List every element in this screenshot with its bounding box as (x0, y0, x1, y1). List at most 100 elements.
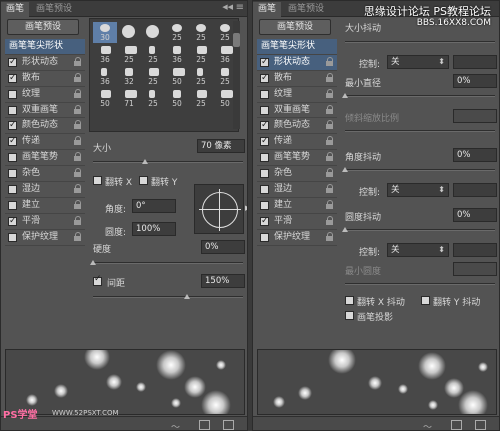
sidebar-item-0[interactable]: 画笔笔尖形状 (5, 39, 85, 55)
lock-icon[interactable] (73, 88, 82, 99)
sidebar-checkbox[interactable] (8, 105, 17, 115)
tab-brush[interactable]: 画笔 (253, 2, 282, 17)
lock-icon[interactable] (73, 104, 82, 115)
brush-tip-cell[interactable]: 25 (141, 88, 165, 109)
min-diameter-slider[interactable] (345, 95, 495, 97)
control3-dropdown[interactable]: 关 ⬍ (387, 243, 449, 257)
lock-icon[interactable] (325, 215, 334, 226)
sidebar-item-2[interactable]: 散布 (257, 71, 337, 87)
sidebar-item-11[interactable]: 平滑 (5, 214, 85, 230)
control3-extra-field[interactable] (453, 243, 497, 257)
brush-tip-cell[interactable]: 25 (189, 88, 213, 109)
sidebar-item-4[interactable]: 双重画笔 (257, 103, 337, 119)
toggle-live-tip-icon[interactable]: 〜 (423, 420, 434, 430)
flip-y-checkbox[interactable] (139, 176, 148, 185)
sidebar-checkbox[interactable] (260, 134, 269, 149)
lock-icon[interactable] (325, 56, 334, 67)
control1-dropdown[interactable]: 关 ⬍ (387, 55, 449, 69)
toggle-live-tip-icon[interactable]: 〜 (171, 420, 182, 430)
tab-brush[interactable]: 画笔 (1, 2, 30, 17)
lock-icon[interactable] (325, 136, 334, 146)
sidebar-checkbox[interactable] (260, 232, 269, 242)
lock-icon[interactable] (73, 56, 82, 67)
size-jitter-slider[interactable] (345, 41, 495, 43)
lock-icon[interactable] (325, 184, 334, 194)
brush-tip-cell[interactable]: 30 (93, 22, 117, 43)
sidebar-item-5[interactable]: 颜色动态 (257, 118, 337, 135)
lock-icon[interactable] (325, 168, 334, 178)
sidebar-item-8[interactable]: 杂色 (257, 166, 337, 183)
min-diameter-field[interactable]: 0% (453, 74, 497, 88)
tab-brush-presets[interactable]: 画笔预设 (283, 2, 329, 17)
lock-icon[interactable] (73, 199, 82, 210)
sidebar-item-9[interactable]: 湿边 (5, 182, 85, 198)
spacing-field[interactable]: 150% (201, 274, 245, 288)
sidebar-item-3[interactable]: 纹理 (257, 87, 337, 103)
sidebar-item-7[interactable]: 画笔笔势 (257, 150, 337, 167)
new-preset-icon[interactable] (475, 420, 486, 430)
sidebar-checkbox[interactable] (260, 153, 269, 163)
hardness-slider-thumb[interactable] (90, 260, 96, 265)
size-slider-thumb[interactable] (142, 159, 148, 164)
sidebar-checkbox[interactable] (8, 153, 17, 163)
sidebar-item-3[interactable]: 纹理 (5, 87, 85, 103)
brush-tip-cell[interactable]: 50 (165, 66, 189, 87)
spacing-checkbox[interactable] (93, 274, 102, 286)
lock-icon[interactable] (73, 184, 82, 194)
sidebar-checkbox[interactable] (8, 232, 17, 242)
sidebar-checkbox[interactable] (8, 55, 17, 70)
brush-presets-button[interactable]: 画笔预设 (259, 19, 331, 35)
brush-tip-cell[interactable]: 25 (117, 44, 141, 65)
brush-grid-icon[interactable] (199, 420, 210, 430)
flip-x-checkbox[interactable] (93, 176, 102, 185)
sidebar-checkbox[interactable] (260, 185, 269, 195)
collapse-icon[interactable]: ◀◀ (222, 3, 233, 11)
hardness-field[interactable]: 0% (201, 240, 245, 254)
roundness-jitter-slider-thumb[interactable] (342, 227, 348, 232)
sidebar-item-4[interactable]: 双重画笔 (5, 103, 85, 119)
brush-tip-cell[interactable]: 25 (141, 44, 165, 65)
lock-icon[interactable] (325, 120, 334, 130)
tab-brush-presets[interactable]: 画笔预设 (31, 2, 77, 17)
new-preset-icon[interactable] (223, 420, 234, 430)
lock-icon[interactable] (73, 215, 82, 226)
brush-presets-button[interactable]: 画笔预设 (7, 19, 79, 35)
sidebar-checkbox[interactable] (8, 134, 17, 149)
lock-icon[interactable] (73, 136, 82, 146)
brush-tip-cell[interactable]: 25 (189, 22, 213, 43)
sidebar-checkbox[interactable] (8, 89, 17, 99)
sidebar-checkbox[interactable] (260, 71, 269, 86)
brush-tip-cell[interactable]: 25 (189, 66, 213, 87)
grid-scrollbar-thumb[interactable] (233, 33, 240, 47)
sidebar-checkbox[interactable] (260, 169, 269, 179)
sidebar-item-9[interactable]: 湿边 (257, 182, 337, 198)
lock-icon[interactable] (325, 199, 334, 210)
lock-icon[interactable] (325, 104, 334, 115)
sidebar-checkbox[interactable] (260, 89, 269, 99)
sidebar-item-12[interactable]: 保护纹理 (5, 230, 85, 246)
sidebar-item-2[interactable]: 散布 (5, 71, 85, 87)
brush-projection-checkbox[interactable] (345, 311, 354, 320)
sidebar-checkbox[interactable] (260, 55, 269, 70)
sidebar-item-1[interactable]: 形状动态 (5, 55, 85, 71)
brush-tip-cell[interactable]: 50 (93, 88, 117, 109)
sidebar-checkbox[interactable] (260, 214, 269, 229)
control1-extra-field[interactable] (453, 55, 497, 69)
sidebar-item-7[interactable]: 画笔笔势 (5, 150, 85, 167)
brush-tip-cell[interactable]: 36 (93, 44, 117, 65)
sidebar-item-10[interactable]: 建立 (5, 198, 85, 214)
brush-tip-cell[interactable]: 25 (141, 66, 165, 87)
flip-x-jitter-checkbox[interactable] (345, 296, 354, 305)
panel-menu-icon[interactable]: ≡ (236, 2, 244, 13)
lock-icon[interactable] (325, 152, 334, 162)
sidebar-checkbox[interactable] (260, 105, 269, 115)
angle-jitter-slider[interactable] (345, 169, 495, 171)
brush-tip-cell[interactable]: 32 (117, 66, 141, 87)
brush-tip-cell[interactable]: 50 (165, 88, 189, 109)
sidebar-item-5[interactable]: 颜色动态 (5, 118, 85, 135)
angle-jitter-field[interactable]: 0% (453, 148, 497, 162)
lock-icon[interactable] (325, 231, 334, 242)
lock-icon[interactable] (325, 88, 334, 99)
angle-field[interactable]: 0° (132, 199, 176, 213)
lock-icon[interactable] (73, 231, 82, 242)
